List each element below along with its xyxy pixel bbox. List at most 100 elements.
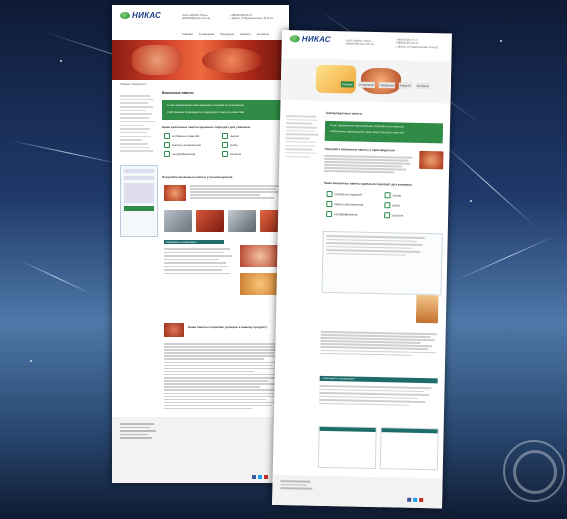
check-icon bbox=[384, 192, 391, 199]
star bbox=[30, 360, 32, 362]
phone-field[interactable] bbox=[124, 176, 154, 180]
nav-item[interactable]: Контакты bbox=[415, 82, 430, 90]
check-icon bbox=[164, 133, 170, 139]
product-image bbox=[164, 323, 184, 337]
green-banner: С нас оформление комплексными услугами п… bbox=[324, 120, 444, 144]
twitter-icon[interactable] bbox=[413, 497, 418, 502]
info-panel bbox=[321, 230, 443, 296]
nav-item[interactable]: О компании bbox=[357, 81, 376, 88]
banner-text: С нас оформление комплексными услугами п… bbox=[167, 103, 244, 107]
assortment-label: Сортаменты и ассортимент bbox=[322, 376, 355, 381]
leaf-logo-icon bbox=[289, 35, 300, 43]
icon-item: сосисок bbox=[384, 212, 404, 219]
text-block bbox=[320, 330, 438, 358]
name-field[interactable] bbox=[124, 169, 154, 173]
icon-label: сыров bbox=[392, 193, 402, 198]
green-banner: С нас оформление комплексными услугами п… bbox=[162, 100, 282, 120]
nav-item[interactable]: Главная bbox=[182, 32, 193, 36]
table-cell bbox=[379, 427, 439, 471]
icon-label: полуфабрикатов bbox=[334, 212, 358, 217]
page-title: Термоусадочные пакеты bbox=[325, 110, 363, 116]
globe-watermark-icon bbox=[503, 440, 565, 502]
icon-label: сосисок bbox=[230, 152, 241, 156]
footer-links bbox=[120, 423, 160, 441]
icon-label: рыбы bbox=[230, 143, 238, 147]
star bbox=[60, 60, 62, 62]
company-email[interactable]: oktbaf23@nicas.com.ua bbox=[346, 43, 374, 47]
icon-item: полуфабрикатов bbox=[164, 151, 195, 157]
assortment-bar: Сортаменты и ассортимент bbox=[319, 375, 438, 384]
brand-logo[interactable]: НИКАС bbox=[289, 34, 331, 44]
phone-block: +38(0562)50-25-17 +38(0562)50-33-54 г. Д… bbox=[396, 38, 439, 49]
brand-name: НИКАС bbox=[132, 11, 162, 20]
product-image bbox=[164, 185, 186, 201]
facebook-icon[interactable] bbox=[407, 497, 412, 502]
facebook-icon[interactable] bbox=[252, 475, 256, 479]
product-image bbox=[240, 245, 280, 267]
nav-item[interactable]: Главная bbox=[340, 81, 354, 88]
icon-item: рыбы bbox=[384, 202, 401, 209]
nav-item[interactable]: Новости bbox=[240, 32, 251, 36]
icon-item: колбасных изделий bbox=[164, 133, 199, 139]
nav-item[interactable]: О компании bbox=[199, 32, 214, 36]
icon-item: мясных деликатесов bbox=[326, 200, 364, 208]
social-icons bbox=[252, 475, 268, 479]
company-info: ООО «НИКАС-Плюс» oktbaf23@nicas.com.ua bbox=[346, 39, 374, 46]
nav-item[interactable]: Продукция bbox=[378, 82, 396, 89]
nav-item[interactable]: Продукция bbox=[220, 32, 234, 36]
table-cell bbox=[317, 425, 377, 470]
page-mockup-left: НИКАС ООО «НИКАС-Плюс» oktbaf23@nicas.co… bbox=[112, 5, 289, 483]
company-info: ООО «НИКАС-Плюс» oktbaf23@nicas.com.ua bbox=[182, 14, 210, 21]
footer bbox=[272, 474, 443, 509]
nav-item[interactable]: Контакты bbox=[257, 32, 269, 36]
message-field[interactable] bbox=[124, 183, 154, 203]
submit-button[interactable] bbox=[124, 206, 154, 211]
section-heading: Наши пакеты сохраняют доверие к вашему п… bbox=[188, 325, 268, 329]
youtube-icon[interactable] bbox=[264, 475, 268, 479]
product-image bbox=[415, 294, 439, 324]
brand-logo[interactable]: НИКАС bbox=[120, 11, 161, 20]
twitter-icon[interactable] bbox=[258, 475, 262, 479]
text-block bbox=[324, 154, 414, 175]
check-icon bbox=[222, 133, 228, 139]
star bbox=[500, 40, 502, 42]
icon-label: рыбы bbox=[392, 203, 401, 208]
hero-banner bbox=[112, 40, 289, 80]
icon-item: сыров bbox=[222, 133, 239, 139]
sidebar-menu bbox=[120, 95, 156, 154]
check-icon bbox=[164, 142, 170, 148]
sidebar-menu bbox=[285, 115, 320, 160]
icon-label: мясных деликатесов bbox=[334, 202, 364, 207]
page-mockup-right: НИКАС ООО «НИКАС-Плюс» oktbaf23@nicas.co… bbox=[272, 30, 452, 509]
factory-image bbox=[228, 210, 256, 232]
icon-item: мясных деликатесов bbox=[164, 142, 201, 148]
product-image bbox=[240, 273, 280, 295]
footer bbox=[112, 417, 289, 483]
factory-image bbox=[196, 210, 224, 232]
comparison-table bbox=[317, 425, 439, 471]
icon-item: полуфабрикатов bbox=[326, 210, 358, 218]
icon-item: сыров bbox=[384, 192, 402, 199]
banner-text: Собственное производство гарантирует кон… bbox=[167, 110, 244, 114]
icon-label: колбасных изделий bbox=[172, 134, 200, 138]
page-title: Вискозные пакеты bbox=[162, 91, 194, 95]
icon-label: полуфабрикатов bbox=[172, 152, 196, 156]
light-streak bbox=[19, 260, 93, 295]
nav-item[interactable]: Новости bbox=[398, 82, 412, 89]
assortment-bar: Сортаменты и ассортимент bbox=[164, 240, 224, 244]
youtube-icon[interactable] bbox=[419, 497, 424, 503]
address: г. Днепр, ул.Будапештская, 45 кв.31 bbox=[395, 45, 439, 50]
product-image bbox=[419, 150, 444, 170]
check-icon bbox=[164, 151, 170, 157]
icon-label: мясных деликатесов bbox=[172, 143, 201, 147]
icon-label: сосисок bbox=[392, 213, 404, 218]
phone-block: +38(0562)50-25-17 г. Днепр, ул.Будапештс… bbox=[230, 14, 273, 21]
company-email[interactable]: oktbaf23@nicas.com.ua bbox=[182, 17, 210, 20]
light-streak bbox=[439, 140, 537, 228]
sausage-image bbox=[132, 45, 182, 75]
cheese-image bbox=[315, 64, 357, 94]
check-icon bbox=[326, 190, 333, 198]
factory-image bbox=[164, 210, 192, 232]
social-icons bbox=[407, 497, 424, 503]
text-block bbox=[326, 234, 426, 256]
